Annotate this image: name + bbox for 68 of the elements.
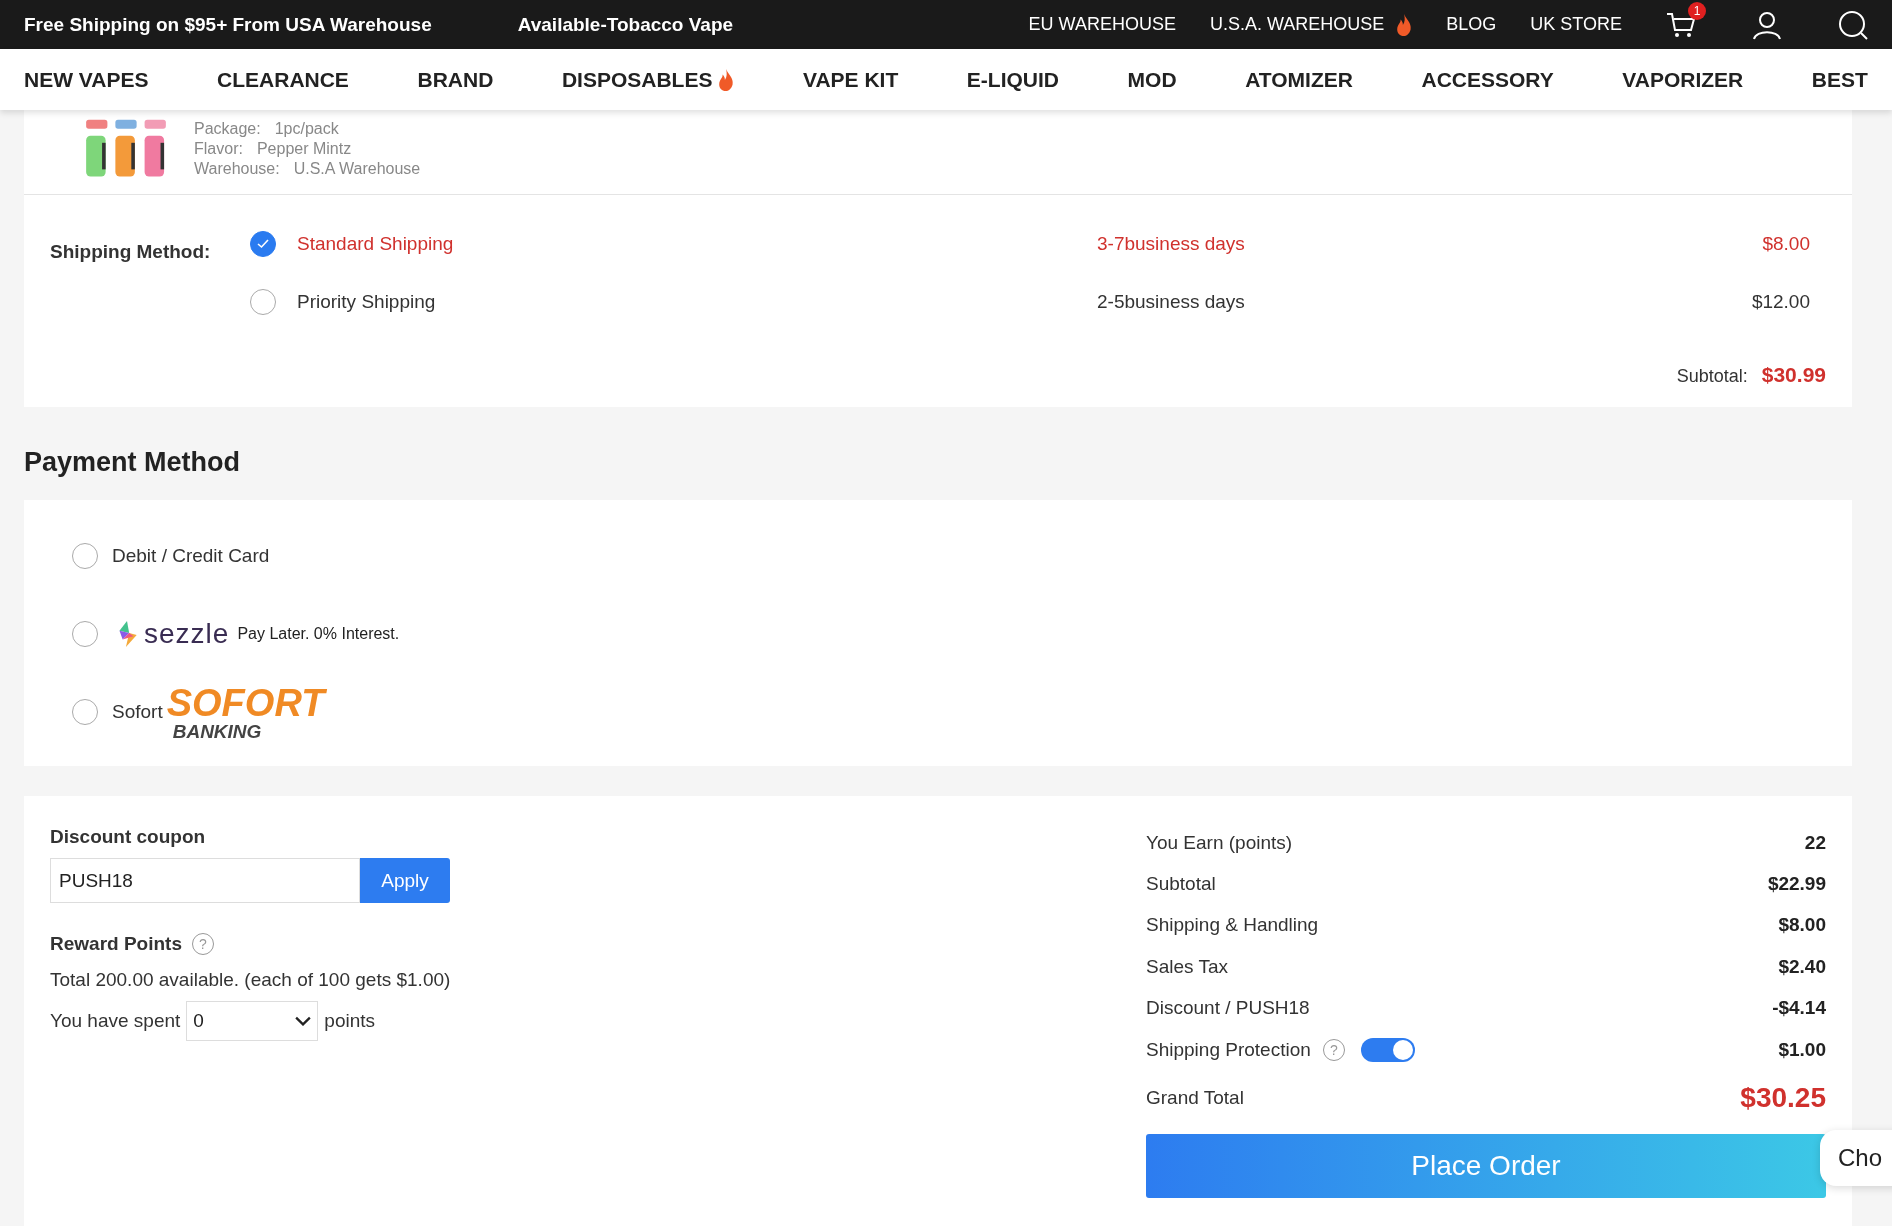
delivery-time: 3-7business days [1097,233,1246,255]
summary-value: $2.40 [1778,955,1826,978]
nav-item[interactable]: ACCESSORY [1421,67,1554,92]
nav-item[interactable]: E-LIQUID [966,67,1060,92]
summary-value: $22.99 [1767,873,1826,896]
reward-points-info: Total 200.00 available. (each of 100 gets $1.00) [50,969,452,991]
nav-item[interactable]: VAPORIZER [1622,67,1744,92]
promo-text: Available-Tobacco Vape [517,13,734,36]
summary-value: $1.00 [1778,1038,1826,1061]
grand-total-value: $30.25 [1740,1082,1826,1115]
subtotal-label: Subtotal: [1676,366,1748,387]
delivery-time: 2-5business days [1097,291,1246,313]
checkmark-icon [257,239,269,249]
detail-value: 1pc/pack [274,120,339,137]
top-link[interactable]: U.S.A. WAREHOUSE [1209,13,1413,36]
shipping-method-label: Shipping Method: [50,240,212,264]
payment-option-label: Debit / Credit Card [112,545,270,567]
nav-item[interactable]: CLEARANCE [217,67,349,92]
summary-label: You Earn (points) [1146,831,1293,854]
apply-button[interactable]: Apply [360,858,450,903]
spent-label: You have spent [50,1010,181,1032]
summary-value: -$4.14 [1772,997,1826,1020]
nav-item[interactable]: NEW VAPES [24,67,149,92]
top-link[interactable]: EU WAREHOUSE [1028,14,1176,35]
sezzle-logo-text: sezzle [144,618,230,650]
radio-button[interactable] [250,231,276,257]
summary-value: $8.00 [1778,914,1826,937]
detail-value: U.S.A Warehouse [293,160,421,177]
coupon-input[interactable]: PUSH18 [50,858,360,903]
toggle-switch[interactable] [1360,1037,1415,1062]
top-link[interactable]: BLOG [1446,14,1497,35]
cart-count-badge: 1 [1688,1,1706,20]
search-icon[interactable] [1838,9,1868,40]
nav-item[interactable]: BRAND [417,67,494,92]
reward-points-label: Reward Points [50,933,182,955]
detail-label: Flavor: [194,140,243,157]
payment-option-label: Pay Later. 0% Interest. [237,625,400,643]
shipping-option-name: Standard Shipping [297,233,455,255]
chat-button[interactable]: Cho [1819,1130,1892,1186]
grand-total-label: Grand Total [1146,1087,1244,1110]
top-link[interactable]: UK STORE [1530,14,1622,35]
subtotal-value: $30.99 [1761,363,1826,387]
detail-value: Pepper Mintz [256,140,352,157]
promo-text: Free Shipping on $95+ From USA Warehouse [24,13,432,36]
summary-label: Shipping & Handling [1146,914,1319,937]
user-icon[interactable] [1752,9,1782,40]
summary-label: Sales Tax [1146,955,1229,978]
nav-item[interactable]: ATOMIZER [1245,67,1353,92]
shipping-price: $12.00 [1750,291,1811,313]
points-unit: points [324,1010,375,1032]
payment-option-label: Sofort [112,701,163,723]
coupon-label: Discount coupon [50,826,207,848]
shipping-price: $8.00 [1761,233,1811,255]
detail-label: Package: [194,120,261,137]
summary-label: Subtotal [1146,873,1216,896]
nav-item[interactable]: MOD [1127,67,1177,92]
summary-label: Discount / PUSH18 [1146,997,1310,1020]
chevron-down-icon [295,1016,312,1026]
nav-item[interactable]: VAPE KIT [803,67,899,92]
summary-value: 22 [1804,831,1826,854]
points-select[interactable]: 0 [186,1001,319,1041]
sofort-logo: SOFORT BANKING [166,683,325,741]
nav-item[interactable]: DISPOSABLES [561,67,735,92]
nav-item[interactable]: BEST [1811,67,1868,92]
detail-label: Warehouse: [194,160,280,177]
shipping-option-name: Priority Shipping [297,291,437,313]
section-title: Payment Method [23,446,242,479]
summary-label: Shipping Protection [1146,1038,1311,1061]
